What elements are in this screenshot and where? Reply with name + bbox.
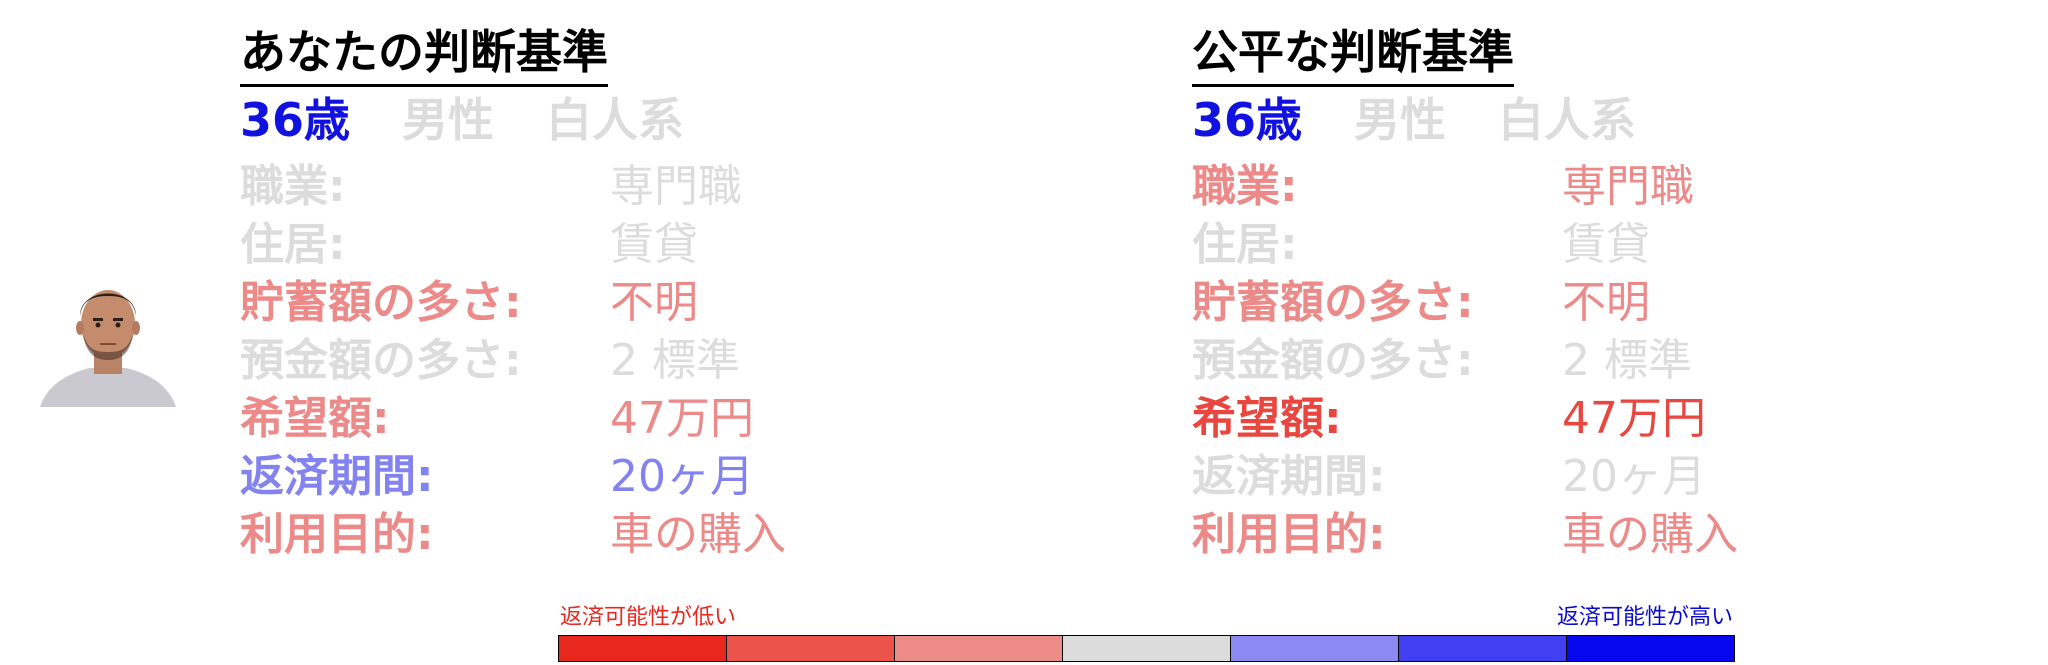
attribute-label: 返済期間: xyxy=(1192,451,1386,502)
attribute-label: 希望額: xyxy=(240,393,390,444)
attribute-row-duration: 返済期間: 20ヶ月 xyxy=(240,448,1140,506)
scale-segment xyxy=(727,636,895,661)
age-label: 36歳 xyxy=(240,93,351,147)
scale-segment xyxy=(1231,636,1399,661)
scale-segment xyxy=(559,636,727,661)
attribute-value: 不明 xyxy=(1562,277,1650,328)
attribute-value: 47万円 xyxy=(610,393,754,444)
attribute-value: 車の購入 xyxy=(1562,509,1738,560)
attribute-label: 職業: xyxy=(240,161,346,212)
demographics-row: 36歳 男性 白人系 xyxy=(240,92,736,148)
attribute-label: 利用目的: xyxy=(240,509,434,560)
legend-high-label: 返済可能性が高い xyxy=(1556,605,1733,630)
attribute-label: 利用目的: xyxy=(1192,509,1386,560)
attribute-row-amount: 希望額: 47万円 xyxy=(1192,390,2048,448)
ethnicity-label: 白人系 xyxy=(546,93,685,147)
attribute-value: 専門職 xyxy=(1562,161,1694,212)
attribute-row-occupation: 職業: 専門職 xyxy=(1192,158,2048,216)
attribute-value: 車の購入 xyxy=(610,509,786,560)
attribute-value: 賃貸 xyxy=(610,219,698,270)
color-scale-bar xyxy=(558,635,1735,662)
attribute-value: 不明 xyxy=(610,277,698,328)
attribute-row-housing: 住居: 賃貸 xyxy=(1192,216,2048,274)
attribute-label: 貯蓄額の多さ: xyxy=(240,277,522,328)
attribute-row-amount: 希望額: 47万円 xyxy=(240,390,1140,448)
gender-label: 男性 xyxy=(1354,93,1447,147)
attribute-row-purpose: 利用目的: 車の購入 xyxy=(240,506,1140,564)
repayment-likelihood-legend: 返済可能性が低い 返済可能性が高い xyxy=(558,603,1735,663)
scale-segment xyxy=(895,636,1063,661)
attribute-label: 希望額: xyxy=(1192,393,1342,444)
fair-criteria-panel: 公平な判断基準 36歳 男性 白人系 職業: 専門職 住居: 賃貸 貯蓄額の多さ: 不明 … xyxy=(1192,0,2048,580)
attribute-value: 47万円 xyxy=(1562,393,1706,444)
your-criteria-panel: あなたの判断基準 36歳 男性 白人系 職業: 専門職 住居: 賃貸 貯蓄額の多さ: 不明… xyxy=(240,0,1140,580)
attribute-label: 職業: xyxy=(1192,161,1298,212)
attribute-value: 20ヶ月 xyxy=(610,451,754,502)
attribute-row-savings: 貯蓄額の多さ: 不明 xyxy=(1192,274,2048,332)
scale-segment xyxy=(1063,636,1231,661)
scale-segment xyxy=(1399,636,1567,661)
attribute-value: 20ヶ月 xyxy=(1562,451,1706,502)
attribute-label: 預金額の多さ: xyxy=(240,335,522,386)
attribute-value: 賃貸 xyxy=(1562,219,1650,270)
attribute-value: 2 標準 xyxy=(1562,335,1692,386)
attribute-row-housing: 住居: 賃貸 xyxy=(240,216,1140,274)
attribute-label: 返済期間: xyxy=(240,451,434,502)
attribute-value: 2 標準 xyxy=(610,335,740,386)
ethnicity-label: 白人系 xyxy=(1498,93,1637,147)
attribute-row-deposit: 預金額の多さ: 2 標準 xyxy=(1192,332,2048,390)
attribute-row-deposit: 預金額の多さ: 2 標準 xyxy=(240,332,1140,390)
age-label: 36歳 xyxy=(1192,93,1303,147)
attribute-label: 貯蓄額の多さ: xyxy=(1192,277,1474,328)
attribute-row-savings: 貯蓄額の多さ: 不明 xyxy=(240,274,1140,332)
legend-low-label: 返済可能性が低い xyxy=(560,605,737,630)
attribute-label: 預金額の多さ: xyxy=(1192,335,1474,386)
attribute-label: 住居: xyxy=(1192,219,1298,270)
scale-segment xyxy=(1567,636,1734,661)
panel-title: 公平な判断基準 xyxy=(1192,22,1514,87)
gender-label: 男性 xyxy=(402,93,495,147)
applicant-portrait-image xyxy=(40,290,176,407)
attribute-row-occupation: 職業: 専門職 xyxy=(240,158,1140,216)
attribute-value: 専門職 xyxy=(610,161,742,212)
attribute-row-purpose: 利用目的: 車の購入 xyxy=(1192,506,2048,564)
panel-title: あなたの判断基準 xyxy=(240,22,608,87)
attribute-label: 住居: xyxy=(240,219,346,270)
demographics-row: 36歳 男性 白人系 xyxy=(1192,92,1688,148)
attribute-row-duration: 返済期間: 20ヶ月 xyxy=(1192,448,2048,506)
